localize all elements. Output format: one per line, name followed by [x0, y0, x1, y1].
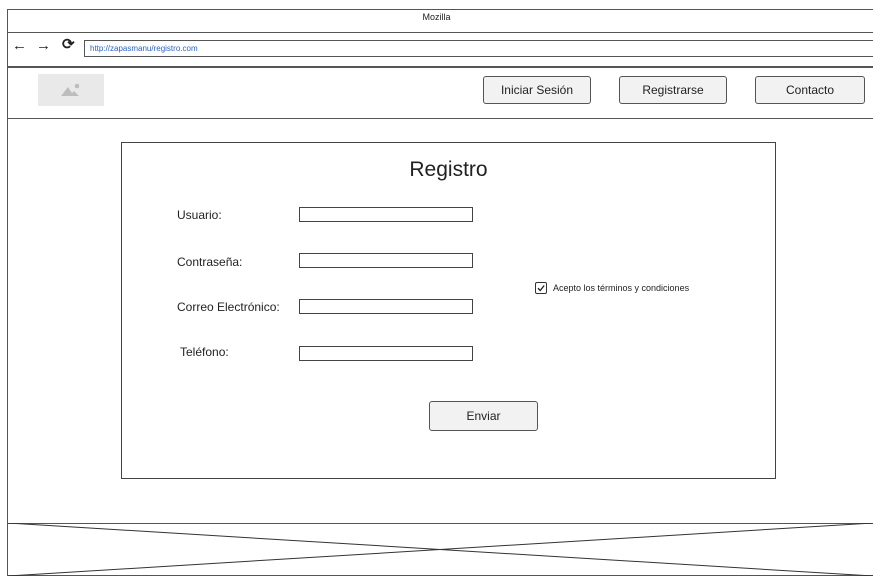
email-label: Correo Electrónico:: [177, 300, 280, 314]
password-input[interactable]: [299, 253, 473, 268]
reload-icon[interactable]: ⟳: [62, 37, 75, 53]
password-label: Contraseña:: [177, 255, 243, 269]
username-input[interactable]: [299, 207, 473, 222]
login-button[interactable]: Iniciar Sesión: [483, 76, 591, 104]
terms-checkbox[interactable]: [535, 282, 547, 294]
checkmark-icon: [537, 285, 545, 292]
header-bottom-divider: [8, 118, 873, 119]
image-placeholder-icon: [8, 523, 873, 576]
terms-label[interactable]: Acepto los términos y condiciones: [553, 281, 689, 295]
register-button[interactable]: Registrarse: [619, 76, 727, 104]
phone-label: Teléfono:: [180, 345, 229, 359]
logo-placeholder[interactable]: [38, 74, 104, 106]
contact-button[interactable]: Contacto: [755, 76, 865, 104]
username-label: Usuario:: [177, 208, 222, 222]
form-title: Registro: [409, 158, 488, 181]
window-title: Mozilla: [422, 12, 451, 22]
arrow-right-icon[interactable]: →: [36, 38, 51, 54]
submit-button[interactable]: Enviar: [429, 401, 538, 431]
arrow-left-icon[interactable]: ←: [12, 38, 27, 54]
phone-input[interactable]: [299, 346, 473, 361]
header-divider: [8, 66, 873, 68]
image-placeholder-icon: [61, 83, 80, 96]
url-field[interactable]: http://zapasmanu/registro.com: [84, 40, 873, 57]
email-input[interactable]: [299, 299, 473, 314]
